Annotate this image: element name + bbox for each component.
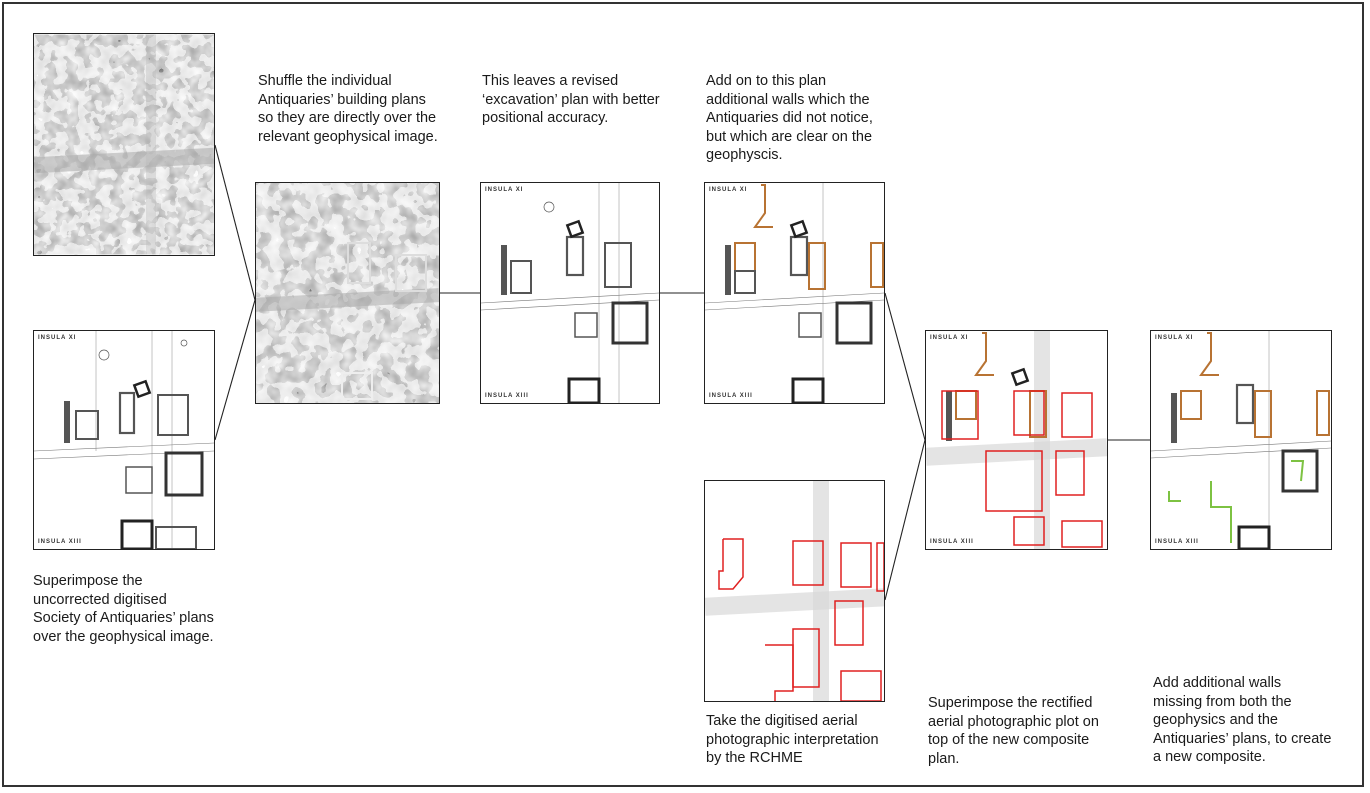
aerial-interpretation-panel (704, 480, 885, 702)
insula-top-label: INSULA XI (709, 187, 748, 193)
insula-top-label: INSULA XI (930, 335, 969, 341)
aerial-interpretation (705, 481, 884, 701)
caption-step-1: Superimpose the uncorrected digitised So… (33, 573, 214, 645)
insula-top-label: INSULA XI (38, 335, 77, 341)
caption-step-3: This leaves a revised ‘excavation’ plan … (482, 73, 660, 126)
added-walls-plan-panel: INSULA XI INSULA XIII (704, 182, 885, 404)
shuffled-plan-panel (255, 182, 440, 404)
insula-bottom-label: INSULA XIII (38, 539, 82, 545)
final-composite-panel: INSULA XI INSULA XIII (1150, 330, 1332, 550)
caption-step-4: Add on to this plan additional walls whi… (706, 73, 873, 163)
caption-step-6: Superimpose the rectified aerial photogr… (928, 695, 1099, 767)
revised-plan (481, 183, 659, 403)
added-walls-plan (705, 183, 884, 403)
caption-step-7: Add additional walls missing from both t… (1153, 675, 1332, 765)
geophysics-image-panel (33, 33, 215, 256)
caption-step-2: Shuffle the individual Antiquaries’ buil… (258, 73, 438, 145)
composite-aerial-panel: INSULA XI INSULA XIII (925, 330, 1108, 550)
revised-plan-panel: INSULA XI INSULA XIII (480, 182, 660, 404)
final-composite-plan (1151, 331, 1331, 549)
insula-bottom-label: INSULA XIII (709, 393, 753, 399)
insula-bottom-label: INSULA XIII (1155, 539, 1199, 545)
antiquaries-plan-panel: INSULA XI INSULA XIII (33, 330, 215, 550)
caption-step-5: Take the digitised aerial photographic i… (706, 713, 879, 766)
insula-top-label: INSULA XI (485, 187, 524, 193)
composite-aerial-plan (926, 331, 1107, 549)
shuffled-overlay (256, 183, 439, 403)
insula-bottom-label: INSULA XIII (485, 393, 529, 399)
geophysics-image (34, 34, 214, 255)
insula-bottom-label: INSULA XIII (930, 539, 974, 545)
antiquaries-plan (34, 331, 214, 549)
insula-top-label: INSULA XI (1155, 335, 1194, 341)
